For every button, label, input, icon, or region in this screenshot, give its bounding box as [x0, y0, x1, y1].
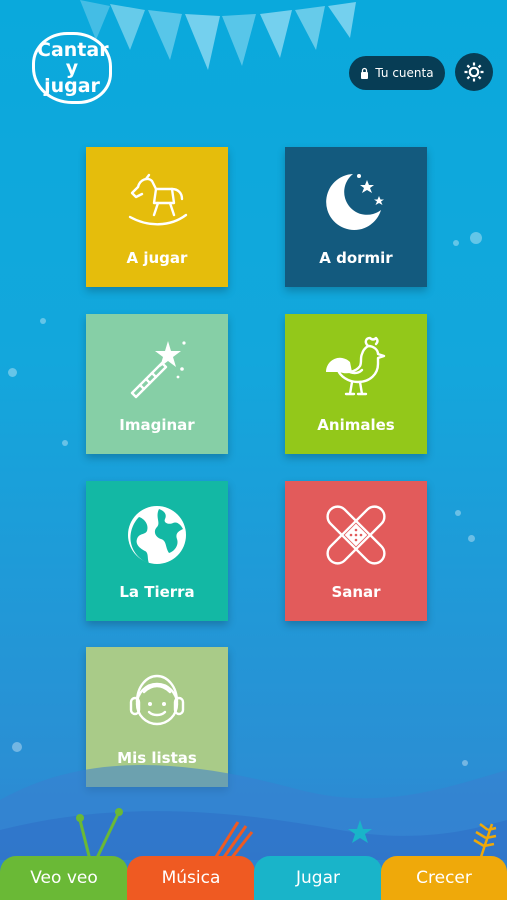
tile-animales[interactable]: Animales [285, 314, 427, 454]
tile-label: Imaginar [119, 416, 195, 434]
tile-label: La Tierra [119, 583, 195, 601]
tab-label: Crecer [416, 868, 472, 888]
account-button[interactable]: Tu cuenta [349, 56, 445, 90]
globe-icon [128, 506, 186, 564]
bg-dot [62, 440, 68, 446]
bg-dot [468, 535, 475, 542]
tab-label: Música [161, 868, 221, 888]
bg-dot [455, 510, 461, 516]
account-label: Tu cuenta [375, 66, 434, 80]
bg-dot [8, 368, 17, 377]
hills-decoration [0, 765, 507, 860]
logo-text: Cantar y jugar [37, 39, 109, 97]
app-logo[interactable]: Cantar y jugar [32, 32, 112, 104]
gear-icon [464, 62, 484, 82]
tile-label: Animales [317, 416, 395, 434]
rooster-icon [325, 336, 386, 396]
tab-label: Jugar [296, 868, 340, 888]
tab-jugar[interactable]: Jugar [254, 856, 382, 900]
tile-a-jugar[interactable]: A jugar [86, 147, 228, 287]
settings-button[interactable] [455, 53, 493, 91]
bunting-decoration [80, 0, 356, 70]
tab-crecer[interactable]: Crecer [381, 856, 507, 900]
tab-label: Veo veo [30, 868, 98, 888]
tile-label: Sanar [331, 583, 381, 601]
headphones-kid-icon [129, 674, 185, 726]
bg-dot [470, 232, 482, 244]
bandage-icon [326, 505, 386, 565]
tab-veo-veo[interactable]: Veo veo [0, 856, 128, 900]
tile-sanar[interactable]: Sanar [285, 481, 427, 621]
bg-dot [453, 240, 459, 246]
magic-wand-icon [130, 341, 186, 399]
moon-stars-icon [326, 174, 384, 230]
tile-label: A dormir [319, 249, 393, 267]
bg-dot [40, 318, 46, 324]
tile-a-dormir[interactable]: A dormir [285, 147, 427, 287]
tile-label: A jugar [126, 249, 188, 267]
tab-musica[interactable]: Música [127, 856, 255, 900]
rocking-horse-icon [128, 173, 188, 226]
bottom-tab-bar: Veo veo Música Jugar Crecer [0, 856, 507, 900]
lock-icon [361, 67, 369, 79]
tile-la-tierra[interactable]: La Tierra [86, 481, 228, 621]
tile-imaginar[interactable]: Imaginar [86, 314, 228, 454]
